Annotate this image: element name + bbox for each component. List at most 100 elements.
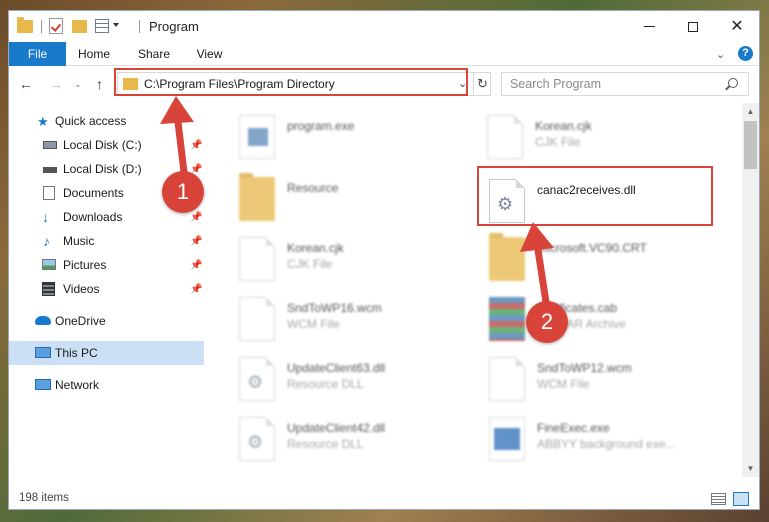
sidebar-item-onedrive[interactable]: OneDrive [9, 309, 204, 333]
separator [41, 20, 42, 33]
sidebar-item-this-pc[interactable]: This PC [9, 341, 204, 365]
pin-icon: 📌 [190, 259, 203, 271]
file-item[interactable]: UpdateClient42.dll Resource DLL [239, 417, 479, 477]
file-name: SndToWP12.wcm [537, 361, 632, 375]
file-item[interactable]: Resource [239, 173, 479, 237]
sidebar-item-label: Documents [63, 186, 124, 200]
folder-icon [239, 173, 275, 221]
download-icon: ↓ [42, 209, 49, 225]
title-bar: Program ✕ [9, 11, 759, 42]
file-item-canac2receives[interactable]: canac2receives.dll [489, 179, 729, 239]
maximize-button[interactable] [671, 11, 715, 42]
file-name: FineExec.exe [537, 421, 610, 435]
documents-icon [43, 186, 55, 200]
sidebar-item-label: Music [63, 234, 95, 248]
file-name: UpdateClient63.dll [287, 361, 386, 375]
file-name: program.exe [287, 119, 355, 133]
file-item[interactable]: Korean.cjk CJK File [239, 237, 479, 297]
tab-view[interactable]: View [187, 42, 232, 66]
scroll-up-icon[interactable]: ▲ [742, 103, 759, 120]
file-item[interactable]: SndToWP12.wcm WCM File [489, 357, 729, 417]
sidebar-item-quick-access[interactable]: ★ Quick access [9, 109, 204, 133]
close-icon: ✕ [730, 17, 744, 35]
sidebar-item-pictures[interactable]: Pictures 📌 [9, 253, 204, 277]
videos-icon [42, 282, 55, 296]
address-path[interactable]: C:\Program Files\Program Directory [144, 77, 335, 91]
quick-access-dropdown-icon[interactable] [113, 23, 119, 27]
drive-icon [43, 141, 57, 149]
file-type: Resource DLL [287, 377, 364, 391]
close-button[interactable]: ✕ [715, 11, 759, 42]
file-item[interactable]: FineExec.exe ABBYY background exe... [489, 417, 729, 477]
vertical-scrollbar[interactable]: ▲ ▼ [742, 103, 759, 477]
properties-check-icon[interactable] [49, 18, 63, 34]
dll-gear-icon [239, 417, 275, 461]
back-button[interactable]: ← [19, 76, 33, 92]
up-button[interactable]: ↑ [96, 76, 103, 92]
new-folder-icon[interactable] [72, 20, 87, 33]
minimize-icon [643, 26, 655, 27]
archive-icon [489, 297, 525, 341]
sidebar-item-videos[interactable]: Videos 📌 [9, 277, 204, 301]
file-item[interactable]: Microsoft.VC90.CRT [489, 233, 729, 297]
folder-icon[interactable] [17, 17, 33, 33]
search-placeholder: Search Program [510, 77, 602, 91]
step-2-badge: 2 [526, 301, 568, 343]
sidebar-item-label: Videos [63, 282, 100, 296]
dll-gear-icon [239, 357, 275, 401]
maximize-icon [688, 21, 698, 32]
sidebar-item-label: Local Disk (D:) [63, 162, 142, 176]
sidebar-item-label: Downloads [63, 210, 123, 224]
explorer-window: Program ✕ File Home Share View ⌄ ? ← → ⌄… [8, 10, 760, 510]
navigation-pane: ★ Quick access Local Disk (C:) 📌 Local D… [9, 103, 204, 477]
drive-icon [43, 167, 57, 173]
music-icon: ♪ [43, 233, 50, 249]
tab-file[interactable]: File [9, 42, 66, 66]
file-list: program.exe Korean.cjk CJK File Resource… [207, 103, 739, 477]
file-name: Korean.cjk [535, 119, 592, 133]
file-type: WCM File [537, 377, 590, 391]
sidebar-item-local-disk-c[interactable]: Local Disk (C:) 📌 [9, 133, 204, 157]
address-dropdown-icon[interactable]: ⌄ [458, 77, 467, 90]
step-1-badge: 1 [162, 171, 204, 213]
cloud-icon [35, 316, 51, 325]
sidebar-item-label: Pictures [63, 258, 107, 272]
scroll-thumb[interactable] [744, 121, 757, 169]
properties-icon[interactable] [95, 19, 109, 33]
folder-icon [489, 233, 525, 281]
document-icon [239, 297, 275, 341]
tab-share[interactable]: Share [129, 42, 179, 66]
scroll-down-icon[interactable]: ▼ [742, 460, 759, 477]
large-icons-view-icon[interactable] [733, 492, 749, 506]
expand-ribbon-icon[interactable]: ⌄ [716, 48, 725, 61]
network-icon [35, 379, 51, 390]
status-bar: 198 items [9, 489, 759, 509]
item-count: 198 items [19, 492, 69, 504]
folder-icon [123, 78, 138, 90]
file-item[interactable]: program.exe [239, 115, 479, 175]
file-item[interactable]: UpdateClient63.dll Resource DLL [239, 357, 479, 417]
recent-locations-icon[interactable]: ⌄ [74, 79, 82, 90]
sidebar-item-label: OneDrive [55, 314, 106, 328]
forward-button[interactable]: → [49, 76, 63, 92]
file-name: Resource [287, 181, 339, 195]
tab-home[interactable]: Home [69, 42, 119, 66]
file-name: SndToWP16.wcm [287, 301, 382, 315]
ribbon: File Home Share View ⌄ ? [9, 42, 759, 66]
file-type: ABBYY background exe... [537, 437, 676, 451]
refresh-button[interactable]: ↻ [473, 73, 491, 95]
sidebar-item-network[interactable]: Network [9, 373, 204, 397]
details-view-icon[interactable] [711, 493, 726, 505]
sidebar-item-label: Network [55, 378, 100, 392]
file-item[interactable]: certificates.cab WinRAR Archive [489, 297, 729, 357]
navigation-bar: ← → ⌄ ↑ C:\Program Files\Program Directo… [9, 67, 759, 101]
sidebar-item-music[interactable]: ♪ Music 📌 [9, 229, 204, 253]
address-bar[interactable]: C:\Program Files\Program Directory ⌄ ↻ [117, 72, 491, 96]
search-input[interactable]: Search Program [501, 72, 749, 96]
file-item[interactable]: SndToWP16.wcm WCM File [239, 297, 479, 357]
file-item[interactable]: Korean.cjk CJK File [487, 115, 727, 175]
file-name: UpdateClient42.dll [287, 421, 386, 435]
minimize-button[interactable] [627, 11, 671, 42]
help-icon[interactable]: ? [738, 46, 753, 61]
file-type: Resource DLL [287, 437, 364, 451]
